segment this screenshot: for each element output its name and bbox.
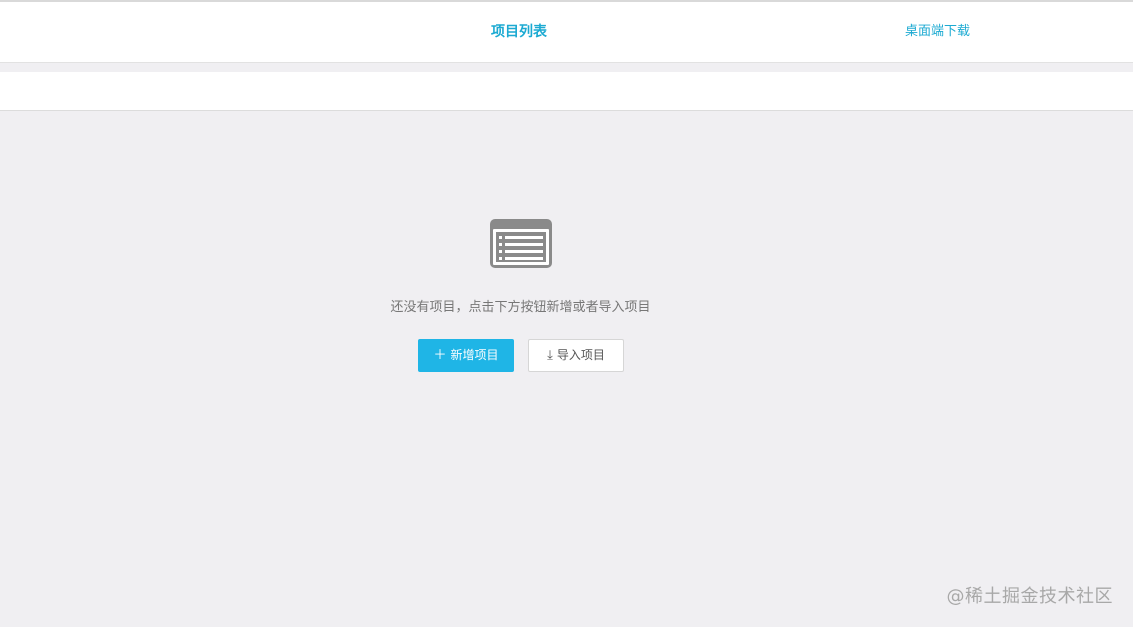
empty-state-message: 还没有项目，点击下方按钮新增或者导入项目 <box>390 300 651 315</box>
nav-desktop-download[interactable]: 桌面端下载 <box>905 22 970 42</box>
nav-project-list[interactable]: 项目列表 <box>491 22 547 42</box>
import-project-button[interactable]: ⤓ 导入项目 <box>528 339 624 372</box>
sub-toolbar <box>0 72 1133 111</box>
list-icon <box>490 219 552 268</box>
add-project-button[interactable]: ＋新增项目 <box>418 339 514 372</box>
add-project-label: 新增项目 <box>450 348 499 362</box>
watermark-text: @稀土掘金技术社区 <box>946 586 1113 607</box>
import-project-label: 导入项目 <box>556 348 605 362</box>
page: 项目列表 桌面端下载 还没有项目，点击下方按钮新增或者导入项目 ＋新增项目 ⤓ 导… <box>0 0 1133 627</box>
top-navigation: 项目列表 桌面端下载 <box>0 0 1133 63</box>
divider-strip <box>0 63 1133 72</box>
plus-icon: ＋ <box>433 348 447 363</box>
download-icon: ⤓ <box>547 348 553 363</box>
